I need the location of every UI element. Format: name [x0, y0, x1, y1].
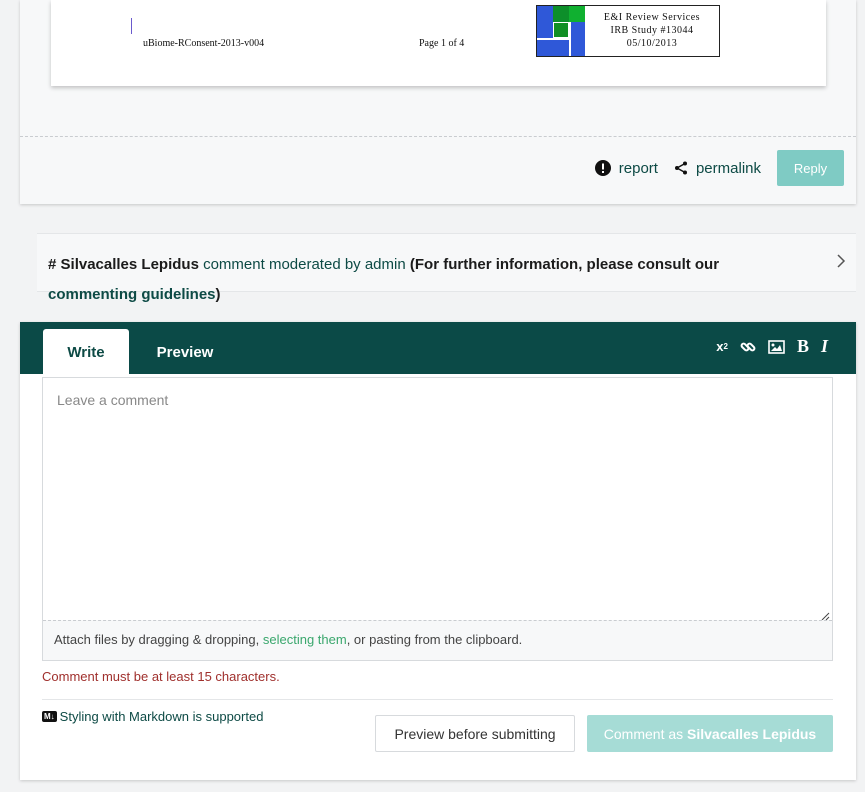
- permalink-link[interactable]: permalink: [674, 160, 761, 177]
- irb-line-1: E&I Review Services: [603, 12, 701, 23]
- irb-stamp-text: E&I Review Services IRB Study #13044 05/…: [585, 6, 719, 56]
- comment-editor: Write Preview x2 B I Attach files by dra…: [20, 322, 856, 780]
- irb-line-2: IRB Study #13044: [610, 25, 694, 36]
- share-icon: [674, 161, 688, 175]
- attach-prefix: Attach files by dragging & dropping,: [54, 632, 260, 647]
- attach-files-bar[interactable]: Attach files by dragging & dropping, sel…: [43, 620, 832, 660]
- tab-write[interactable]: Write: [43, 329, 129, 374]
- document-id: uBiome-RConsent-2013-v004: [143, 38, 265, 49]
- divider: [42, 699, 833, 700]
- commenting-guidelines-link[interactable]: commenting guidelines: [48, 286, 216, 303]
- markdown-note: Styling with Markdown is supported: [59, 709, 264, 724]
- image-icon[interactable]: [768, 339, 785, 354]
- submit-comment-button[interactable]: Comment as Silvacalles Lepidus: [587, 715, 833, 752]
- moderated-comment-row[interactable]: # Silvacalles Lepidus comment moderated …: [37, 233, 856, 303]
- italic-icon[interactable]: I: [821, 336, 828, 357]
- markdown-help-link[interactable]: M↓ Styling with Markdown is supported: [42, 709, 263, 724]
- preview-before-submitting-button[interactable]: Preview before submitting: [375, 715, 575, 752]
- validation-error: Comment must be at least 15 characters.: [42, 669, 280, 684]
- submit-user: Silvacalles Lepidus: [687, 725, 817, 742]
- submit-prefix: Comment as: [603, 725, 684, 742]
- comment-textarea[interactable]: [43, 378, 832, 621]
- formatting-toolbar: x2 B I: [704, 336, 828, 357]
- report-link[interactable]: report: [594, 159, 658, 177]
- attach-suffix: , or pasting from the clipboard.: [346, 632, 523, 647]
- alert-icon: [594, 160, 611, 176]
- moderation-info-close: ): [215, 286, 221, 303]
- editor-tabbar: Write Preview x2 B I: [20, 322, 856, 374]
- moderation-info-open: (For further information, please consult…: [409, 256, 720, 273]
- moderated-notice: # Silvacalles Lepidus comment moderated …: [48, 250, 808, 310]
- moderated-text: comment moderated by admin: [203, 256, 406, 273]
- irb-line-3: 05/10/2013: [626, 38, 678, 49]
- comment-input-box: Attach files by dragging & dropping, sel…: [42, 377, 833, 661]
- permalink-label: permalink: [695, 159, 761, 177]
- irb-logo: [537, 6, 585, 56]
- consent-document-page: uBiome-RConsent-2013-v004 Page 1 of 4 E&…: [51, 0, 826, 86]
- comment-actions: report permalink Reply: [594, 150, 844, 186]
- comment-card: uBiome-RConsent-2013-v004 Page 1 of 4 E&…: [20, 0, 856, 204]
- comment-hash: #: [48, 256, 57, 273]
- tab-preview[interactable]: Preview: [142, 329, 228, 374]
- irb-stamp: E&I Review Services IRB Study #13044 05/…: [536, 5, 720, 57]
- document-page-number: Page 1 of 4: [419, 38, 465, 49]
- divider: [20, 136, 856, 137]
- chevron-right-icon[interactable]: [836, 254, 846, 273]
- moderated-user: Silvacalles Lepidus: [60, 256, 199, 273]
- select-files-link[interactable]: selecting them: [263, 632, 347, 647]
- bold-icon[interactable]: B: [797, 336, 809, 357]
- superscript-icon[interactable]: x2: [716, 339, 728, 354]
- link-icon[interactable]: [740, 339, 756, 355]
- markdown-icon: M↓: [42, 711, 57, 722]
- reply-button[interactable]: Reply: [777, 150, 844, 186]
- document-cursor: [131, 18, 132, 34]
- report-label: report: [618, 159, 658, 177]
